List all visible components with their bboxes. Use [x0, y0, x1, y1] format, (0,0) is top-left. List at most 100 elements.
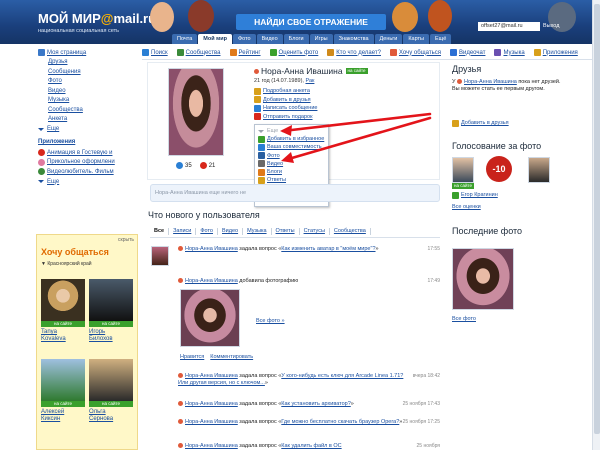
app-item[interactable]: Прикольное оформлени [38, 158, 138, 168]
left-nav-item[interactable]: Моя страница [38, 48, 138, 58]
status-field[interactable]: Нора-Анна Ивашина еще ничего не [150, 184, 440, 202]
person-name[interactable]: Ольга Сернова [89, 409, 135, 423]
left-nav-item[interactable]: Музыка [38, 96, 138, 106]
feed-author-link[interactable]: Нора-Анна Ивашина [185, 246, 238, 252]
profile-action[interactable]: Подробная анкета [254, 87, 317, 96]
avatar[interactable] [168, 68, 224, 156]
profile-action-label[interactable]: Отправить подарок [263, 114, 313, 120]
slogan-banner[interactable]: НАЙДИ СВОЕ ОТРАЖЕНИЕ [236, 14, 386, 30]
feed-photo[interactable] [180, 289, 240, 347]
toolbar-search[interactable]: Поиск [142, 49, 168, 56]
comment-link[interactable]: Комментировать [210, 354, 253, 360]
left-nav-item[interactable]: Анкета [38, 115, 138, 125]
left-nav-more[interactable]: Еще [38, 124, 138, 134]
app-item[interactable]: Анимация в Гостевую и [38, 148, 138, 158]
nav-tab[interactable]: Фото [232, 34, 256, 44]
apps-more[interactable]: Еще [38, 177, 138, 187]
left-nav-label[interactable]: Сообщения [48, 69, 81, 75]
left-nav-item[interactable]: Сообщения [38, 67, 138, 77]
person-photo[interactable] [41, 359, 85, 401]
person-name[interactable]: Tanya Kovaleva [41, 329, 87, 343]
feed-question-link[interactable]: Как изменить аватар в "моём мире"? [281, 246, 375, 252]
left-nav-label[interactable]: Анкета [48, 116, 67, 122]
left-nav-label[interactable]: Моя страница [47, 50, 86, 56]
person-photo[interactable] [41, 279, 85, 321]
dropdown-item[interactable]: Фото [255, 152, 328, 160]
feed-tab[interactable]: Ответы [272, 228, 300, 235]
person-photo[interactable] [89, 359, 133, 401]
right-all-photos-link[interactable]: Все фото [452, 316, 562, 323]
toolbar-apps[interactable]: Приложения [533, 49, 578, 56]
scrollbar[interactable] [592, 0, 600, 450]
dropdown-item[interactable]: Блоги [255, 168, 328, 176]
left-nav-item[interactable]: Друзья [38, 58, 138, 68]
left-nav-label[interactable]: Сообщества [48, 107, 83, 113]
vote-photo-1[interactable] [452, 157, 474, 183]
dropdown-item[interactable]: Видео [255, 160, 328, 168]
feed-author-link[interactable]: Нора-Анна Ивашина [185, 419, 238, 425]
toolbar-rate-photo[interactable]: Оценить фото [269, 49, 318, 56]
left-nav-item[interactable]: Видео [38, 86, 138, 96]
app-label[interactable]: Видеолюбитель. Фильм [47, 169, 114, 175]
chat-hide-link[interactable]: скрыть [118, 237, 134, 243]
nav-tab[interactable]: Знакомства [333, 34, 374, 44]
friends-user-link[interactable]: Нора-Анна Ивашина [464, 79, 517, 85]
app-label[interactable]: Анимация в Гостевую и [47, 150, 112, 156]
nav-tab[interactable]: Карты [403, 34, 429, 44]
zodiac-link[interactable]: Рак [305, 78, 314, 84]
dropdown-item[interactable]: Ваша совместимость [255, 143, 328, 151]
feed-author-thumbnail[interactable] [151, 246, 169, 266]
nav-tab[interactable]: Блоги [283, 34, 309, 44]
feed-question-link[interactable]: Где можно бесплатно скачать браузер Oper… [281, 419, 399, 425]
chat-person[interactable]: на сайте Алексей Киксин [41, 359, 87, 423]
toolbar-chat[interactable]: Хочу общаться [389, 49, 441, 56]
toolbar-videochat[interactable]: Видеочат [449, 49, 485, 56]
nav-tab[interactable]: Видео [256, 34, 283, 44]
feed-tab[interactable]: Фото [196, 228, 218, 235]
user-email[interactable]: offset27@mail.ru [478, 22, 540, 31]
nav-tab[interactable]: Деньги [374, 34, 403, 44]
feed-author-link[interactable]: Нора-Анна Ивашина [185, 401, 238, 407]
feed-question-link[interactable]: Как удалить файл в ОС [281, 443, 341, 449]
left-nav-label[interactable]: Музыка [48, 97, 69, 103]
toolbar-activity[interactable]: Кто что делает? [327, 49, 381, 56]
profile-action-label[interactable]: Написать сообщение [263, 105, 317, 111]
apps-heading[interactable]: Приложения [38, 139, 138, 148]
toolbar-music[interactable]: Музыка [494, 49, 525, 56]
person-name[interactable]: Игорь Билохов [89, 329, 135, 343]
profile-action[interactable]: Отправить подарок [254, 113, 317, 122]
feed-author-link[interactable]: Нора-Анна Ивашина [185, 278, 238, 284]
all-photos-link[interactable]: Все фото » [256, 318, 285, 324]
left-nav-item[interactable]: Фото [38, 77, 138, 87]
profile-action-label[interactable]: Подробная анкета [263, 88, 310, 94]
profile-action[interactable]: Написать сообщение [254, 104, 317, 113]
nav-tab[interactable]: Игры [309, 34, 333, 44]
left-nav-item[interactable]: Сообщества [38, 105, 138, 115]
like-link[interactable]: Нравится [180, 354, 204, 360]
add-friend-link[interactable]: Добавить в друзья [461, 120, 509, 127]
chat-title[interactable]: Хочу общаться [41, 247, 109, 257]
dropdown-item[interactable]: Добавить в избранное [255, 135, 328, 143]
feed-tab[interactable]: Записи [169, 228, 197, 235]
last-photo[interactable] [452, 248, 514, 310]
vote-photo-2[interactable] [528, 157, 550, 183]
left-nav-label[interactable]: Фото [48, 78, 62, 84]
feed-tab[interactable]: Все [150, 228, 170, 235]
toolbar-rating[interactable]: Рейтинг [229, 49, 261, 56]
chat-person[interactable]: на сайте Игорь Билохов [89, 279, 135, 343]
left-nav-label[interactable]: Друзья [48, 59, 67, 65]
feed-tab[interactable]: Сообщества [330, 228, 371, 235]
chat-person[interactable]: на сайте Ольга Сернова [89, 359, 135, 423]
feed-tab[interactable]: Статусы [300, 228, 330, 235]
profile-action-label[interactable]: Добавить в друзья [263, 97, 311, 103]
profile-action[interactable]: Добавить в друзья [254, 96, 317, 105]
app-label[interactable]: Прикольное оформлени [47, 159, 115, 165]
nav-tab[interactable]: Почта [172, 34, 198, 44]
feed-author-link[interactable]: Нора-Анна Ивашина [185, 443, 238, 449]
toolbar-communities[interactable]: Сообщества [176, 49, 221, 56]
vote-all-link[interactable]: Все оценки [452, 204, 562, 211]
nav-tab[interactable]: Мой мир [198, 34, 232, 44]
scrollbar-thumb[interactable] [594, 4, 600, 434]
logout-link[interactable]: Выход [543, 22, 559, 31]
app-item[interactable]: Видеолюбитель. Фильм [38, 167, 138, 177]
